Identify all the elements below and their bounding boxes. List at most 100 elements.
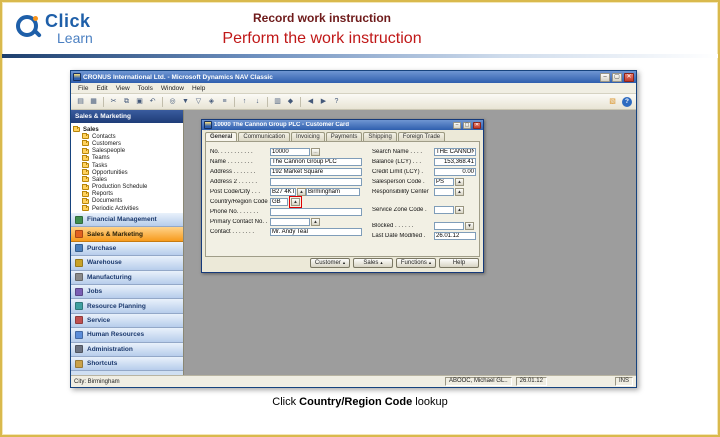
- name-input[interactable]: [270, 158, 362, 167]
- menu-edit[interactable]: Edit: [92, 85, 111, 92]
- service-zone-code-input[interactable]: [434, 206, 454, 215]
- service-zone-code-lookup-button[interactable]: ▲: [455, 206, 464, 215]
- country-region-code-input[interactable]: [270, 198, 288, 207]
- tree-item-periodic-activities[interactable]: Periodic Activities: [73, 205, 181, 212]
- tree-item-production-schedule[interactable]: Production Schedule: [73, 183, 181, 191]
- field-no: No. . . . . . . . . . . …: [210, 148, 368, 157]
- menu-tools[interactable]: Tools: [134, 85, 157, 92]
- city-input[interactable]: [306, 188, 360, 197]
- folder-icon: [82, 154, 89, 161]
- app-titlebar[interactable]: CRONUS International Ltd. - Microsoft Dy…: [71, 71, 636, 83]
- last-date-modified-input[interactable]: [434, 232, 476, 241]
- nav-purchase[interactable]: Purchase: [71, 241, 183, 257]
- primary-contact-lookup-button[interactable]: ▲: [311, 218, 320, 227]
- sort-ascending-icon[interactable]: ↑: [239, 96, 250, 107]
- help-button[interactable]: Help: [439, 258, 479, 268]
- blocked-dropdown-button[interactable]: ▼: [465, 222, 474, 231]
- help-circle-icon[interactable]: ?: [622, 96, 632, 107]
- dialog-maximize-button[interactable]: ▢: [463, 121, 471, 129]
- list-icon[interactable]: ▥: [272, 96, 283, 107]
- maximize-button[interactable]: ▢: [612, 72, 622, 82]
- salesperson-code-input[interactable]: [434, 178, 454, 187]
- help-icon[interactable]: ?: [331, 96, 342, 107]
- menu-view[interactable]: View: [112, 85, 134, 92]
- functions-menu-button[interactable]: Functions ▴: [396, 258, 436, 268]
- nav-financial-management[interactable]: Financial Management: [71, 213, 183, 228]
- assist-edit-button[interactable]: …: [311, 148, 320, 157]
- nav-label: Resource Planning: [87, 302, 146, 310]
- previous-icon[interactable]: ◀: [305, 96, 316, 107]
- tab-payments[interactable]: Payments: [325, 132, 363, 141]
- credit-limit-lcy-input[interactable]: [434, 168, 476, 177]
- tree-item-tasks[interactable]: Tasks: [73, 162, 181, 169]
- tab-general[interactable]: General: [205, 132, 238, 141]
- tree-item-sales-2[interactable]: Sales: [73, 176, 181, 183]
- tree-item-teams[interactable]: Teams: [73, 154, 181, 162]
- undo-icon[interactable]: ↶: [147, 96, 158, 107]
- post-code-lookup-button[interactable]: ▲: [297, 188, 306, 197]
- responsibility-center-input[interactable]: [434, 188, 454, 197]
- salesperson-code-lookup-button[interactable]: ▲: [455, 178, 464, 187]
- dialog-minimize-button[interactable]: –: [453, 121, 461, 129]
- tree-item-opportunities[interactable]: Opportunities: [73, 169, 181, 176]
- tab-foreign-trade[interactable]: Foreign Trade: [397, 132, 446, 141]
- nav-warehouse[interactable]: Warehouse: [71, 256, 183, 271]
- phone-no-input[interactable]: [270, 208, 362, 217]
- nav-resource-planning[interactable]: Resource Planning: [71, 299, 183, 314]
- nav-jobs[interactable]: Jobs: [71, 284, 183, 300]
- export-icon[interactable]: ▧: [607, 96, 618, 107]
- button-label: Sales: [363, 260, 379, 266]
- tree-item-salespeople[interactable]: Salespeople: [73, 147, 181, 155]
- tab-invoicing[interactable]: Invoicing: [291, 132, 325, 141]
- nav-shortcuts[interactable]: Shortcuts: [71, 356, 183, 372]
- balance-lcy-input[interactable]: [434, 158, 476, 167]
- menu-help[interactable]: Help: [188, 85, 209, 92]
- navigate-icon[interactable]: ◆: [285, 96, 296, 107]
- tree-item-sales[interactable]: Sales: [73, 126, 181, 133]
- post-code-input[interactable]: [270, 188, 296, 197]
- paste-icon[interactable]: ▣: [134, 96, 145, 107]
- nav-service[interactable]: Service: [71, 313, 183, 329]
- field-search-name: Search Name . . . .: [372, 148, 476, 157]
- nav-sales-marketing[interactable]: Sales & Marketing: [71, 227, 183, 242]
- dialog-close-button[interactable]: ✕: [473, 121, 481, 129]
- responsibility-center-lookup-button[interactable]: ▲: [455, 188, 464, 197]
- address-input[interactable]: [270, 168, 362, 177]
- customer-menu-button[interactable]: Customer ▴: [310, 258, 350, 268]
- primary-contact-no-input[interactable]: [270, 218, 310, 227]
- sales-menu-button[interactable]: Sales ▴: [353, 258, 393, 268]
- copy-icon[interactable]: ⧉: [121, 96, 132, 107]
- tree-item-customers[interactable]: Customers: [73, 140, 181, 147]
- table-filter-icon[interactable]: ▽: [193, 96, 204, 107]
- minimize-button[interactable]: –: [600, 72, 610, 82]
- flow-filter-icon[interactable]: ◈: [206, 96, 217, 107]
- country-region-code-lookup-button[interactable]: ▲: [291, 198, 300, 207]
- nav-manufacturing[interactable]: Manufacturing: [71, 270, 183, 285]
- cut-icon[interactable]: ✂: [108, 96, 119, 107]
- blocked-input[interactable]: [434, 222, 464, 231]
- show-all-icon[interactable]: ≡: [219, 96, 230, 107]
- search-name-input[interactable]: [434, 148, 476, 157]
- sort-descending-icon[interactable]: ↓: [252, 96, 263, 107]
- menu-file[interactable]: File: [74, 85, 92, 92]
- close-button[interactable]: ✕: [624, 72, 634, 82]
- tab-shipping[interactable]: Shipping: [363, 132, 397, 141]
- dialog-titlebar[interactable]: 10000 The Cannon Group PLC - Customer Ca…: [202, 120, 483, 130]
- contact-input[interactable]: [270, 228, 362, 237]
- nav-label: Purchase: [87, 244, 117, 252]
- tree-item-reports[interactable]: Reports: [73, 190, 181, 198]
- no-input[interactable]: [270, 148, 310, 157]
- new-icon[interactable]: ▤: [75, 96, 86, 107]
- menu-window[interactable]: Window: [157, 85, 188, 92]
- tree-item-documents[interactable]: Documents: [73, 197, 181, 205]
- tab-communication[interactable]: Communication: [238, 132, 291, 141]
- nav-human-resources[interactable]: Human Resources: [71, 328, 183, 343]
- address-2-input[interactable]: [270, 178, 362, 187]
- nav-administration[interactable]: Administration: [71, 342, 183, 357]
- print-icon[interactable]: ▦: [88, 96, 99, 107]
- next-icon[interactable]: ▶: [318, 96, 329, 107]
- field-filter-icon[interactable]: ▼: [180, 96, 191, 107]
- customer-card-window: 10000 The Cannon Group PLC - Customer Ca…: [201, 119, 484, 273]
- find-icon[interactable]: ◎: [167, 96, 178, 107]
- tree-item-contacts[interactable]: Contacts: [73, 133, 181, 140]
